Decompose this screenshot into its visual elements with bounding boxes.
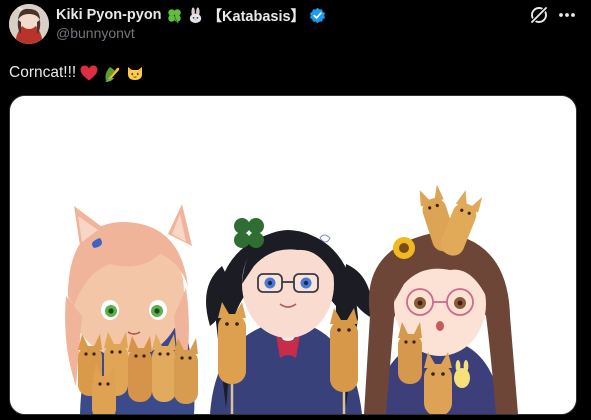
- cat-face-emoji-icon: [128, 67, 143, 80]
- author-handle[interactable]: @bunnyonvt: [56, 25, 135, 41]
- author-name-tag: 【Katabasis】: [207, 8, 306, 25]
- grok-icon: [530, 6, 548, 24]
- avatar[interactable]: [9, 4, 49, 44]
- sunflower-hair-clip: [393, 237, 415, 259]
- tweet-media-image[interactable]: [9, 95, 577, 415]
- author-display-name[interactable]: Kiki Pyon-pyon: [56, 7, 162, 23]
- tweet-text-body: Corncat!!!: [9, 64, 77, 81]
- ear-of-corn-emoji-icon: [105, 67, 120, 82]
- avatar-image: [9, 4, 49, 44]
- four-leaf-clover-icon: [167, 8, 181, 24]
- grok-button[interactable]: [528, 4, 550, 26]
- illustration-three-girls-with-corndog-cats: [10, 96, 576, 414]
- more-icon: [559, 13, 575, 17]
- rabbit-icon: [189, 6, 201, 23]
- more-options-button[interactable]: [557, 4, 577, 26]
- tweet-text: Corncat!!!: [9, 62, 145, 84]
- author-name-row: Kiki Pyon-pyon 【Katabasis】: [56, 6, 326, 25]
- red-heart-emoji-icon: [80, 65, 98, 81]
- verified-badge-icon[interactable]: [309, 7, 326, 24]
